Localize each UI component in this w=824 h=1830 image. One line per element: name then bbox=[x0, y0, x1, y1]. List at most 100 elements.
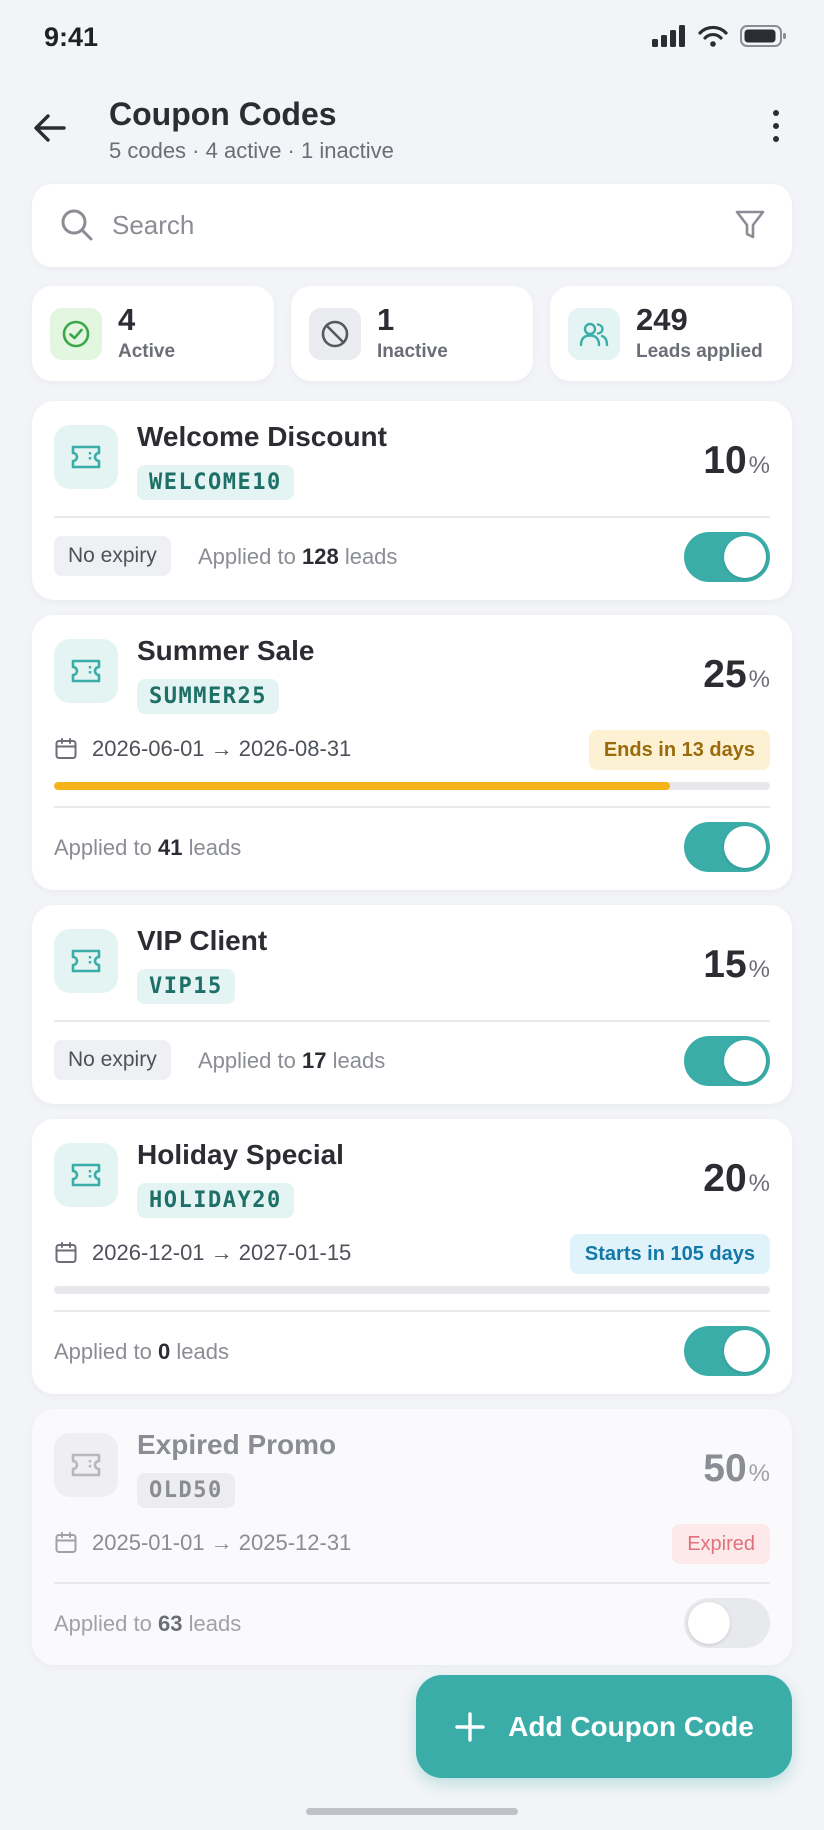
page-subtitle: 5 codes · 4 active · 1 inactive bbox=[109, 138, 394, 163]
coupon-card[interactable]: Expired Promo OLD50 50% 2025-01-01 → 202… bbox=[32, 1409, 792, 1665]
applied-count: 0 bbox=[157, 1339, 171, 1364]
calendar-icon bbox=[55, 1532, 77, 1553]
toggle-knob bbox=[688, 1602, 730, 1644]
coupon-discount: 50% bbox=[703, 1447, 770, 1491]
plus-icon bbox=[455, 1711, 485, 1742]
date-range: 2026-12-01 → 2027-01-15 bbox=[92, 1240, 352, 1265]
divider bbox=[54, 1582, 770, 1584]
applied-suffix: leads bbox=[176, 1339, 229, 1364]
coupon-name: VIP Client bbox=[137, 925, 268, 956]
coupon-icon-box bbox=[54, 639, 118, 703]
coupon-discount: 15% bbox=[703, 943, 770, 987]
applied-count-text: Applied to 128 leads bbox=[198, 544, 397, 570]
coupon-code: SUMMER25 bbox=[137, 679, 279, 714]
check-circle-icon bbox=[62, 320, 90, 348]
ban-icon bbox=[321, 320, 349, 348]
divider bbox=[54, 1020, 770, 1022]
page-title: Coupon Codes bbox=[109, 96, 337, 132]
applied-suffix: leads bbox=[188, 1611, 242, 1636]
discount-value: 10 bbox=[703, 439, 747, 482]
wifi-icon bbox=[698, 25, 728, 47]
search-icon bbox=[61, 209, 93, 241]
validity-progress-bar bbox=[54, 782, 770, 790]
active-toggle[interactable] bbox=[684, 1326, 770, 1376]
coupon-card[interactable]: VIP Client VIP15 15% No expiry Applied t… bbox=[32, 905, 792, 1104]
status-badge: Starts in 105 days bbox=[569, 1234, 770, 1274]
percent-sign: % bbox=[748, 1460, 770, 1487]
coupon-icon-box bbox=[54, 929, 118, 993]
more-dot-icon bbox=[773, 123, 779, 129]
applied-prefix: Applied to bbox=[54, 1339, 152, 1364]
stat-card-active[interactable]: 4 Active bbox=[32, 286, 274, 381]
search-input[interactable] bbox=[112, 184, 692, 267]
stat-icon-box bbox=[50, 308, 102, 360]
stat-card-leads[interactable]: 249 Leads applied bbox=[550, 286, 792, 381]
active-toggle[interactable] bbox=[684, 822, 770, 872]
active-toggle[interactable] bbox=[684, 1036, 770, 1086]
coupon-icon-box bbox=[54, 1433, 118, 1497]
divider bbox=[54, 516, 770, 518]
discount-value: 50 bbox=[703, 1447, 747, 1490]
applied-suffix: leads bbox=[344, 544, 398, 569]
coupon-icon-box bbox=[54, 1143, 118, 1207]
date-range-row: 2026-06-01 → 2026-08-31 bbox=[54, 736, 351, 762]
date-range-row: 2025-01-01 → 2025-12-31 bbox=[54, 1530, 351, 1556]
applied-count: 63 bbox=[157, 1611, 183, 1636]
applied-count-text: Applied to 63 leads bbox=[54, 1611, 241, 1637]
calendar-icon bbox=[55, 738, 77, 759]
stat-label: Leads applied bbox=[636, 341, 763, 362]
coupon-discount: 25% bbox=[703, 653, 770, 697]
applied-suffix: leads bbox=[188, 835, 242, 860]
header: Coupon Codes 5 codes · 4 active · 1 inac… bbox=[0, 90, 824, 170]
status-bar: 9:41 bbox=[0, 0, 824, 80]
active-toggle[interactable] bbox=[684, 1598, 770, 1648]
applied-prefix: Applied to bbox=[54, 835, 152, 860]
stat-label: Inactive bbox=[377, 341, 448, 362]
applied-prefix: Applied to bbox=[198, 544, 296, 569]
toggle-knob bbox=[724, 1330, 766, 1372]
stat-card-inactive[interactable]: 1 Inactive bbox=[291, 286, 533, 381]
signal-icon bbox=[652, 25, 685, 47]
date-range: 2025-01-01 → 2025-12-31 bbox=[92, 1530, 352, 1555]
divider bbox=[54, 1310, 770, 1312]
filter-icon[interactable] bbox=[734, 208, 766, 242]
ticket-icon bbox=[71, 1163, 101, 1187]
stat-label: Active bbox=[118, 341, 176, 362]
coupon-card[interactable]: Welcome Discount WELCOME10 10% No expiry… bbox=[32, 401, 792, 600]
stat-value: 4 bbox=[118, 302, 136, 337]
coupon-name: Holiday Special bbox=[137, 1139, 344, 1170]
ticket-icon bbox=[71, 1453, 101, 1477]
coupon-name: Expired Promo bbox=[137, 1429, 337, 1460]
applied-suffix: leads bbox=[332, 1048, 386, 1073]
active-toggle[interactable] bbox=[684, 532, 770, 582]
applied-count-text: Applied to 0 leads bbox=[54, 1339, 229, 1365]
applied-count: 17 bbox=[301, 1048, 327, 1073]
coupon-card[interactable]: Summer Sale SUMMER25 25% 2026-06-01 → 20… bbox=[32, 615, 792, 890]
calendar-icon bbox=[55, 1242, 77, 1263]
applied-prefix: Applied to bbox=[54, 1611, 152, 1636]
percent-sign: % bbox=[748, 666, 770, 693]
back-button[interactable] bbox=[28, 106, 72, 150]
applied-count: 41 bbox=[157, 835, 183, 860]
more-options-button[interactable] bbox=[758, 104, 794, 148]
add-coupon-button[interactable]: Add Coupon Code bbox=[416, 1675, 792, 1778]
more-dot-icon bbox=[773, 136, 779, 142]
search-bar bbox=[32, 184, 792, 267]
percent-sign: % bbox=[748, 452, 770, 479]
coupon-name: Welcome Discount bbox=[137, 421, 387, 452]
percent-sign: % bbox=[748, 1170, 770, 1197]
users-icon bbox=[579, 322, 609, 347]
validity-progress-bar bbox=[54, 1286, 770, 1294]
date-range-row: 2026-12-01 → 2027-01-15 bbox=[54, 1240, 351, 1266]
stat-value: 249 bbox=[636, 302, 688, 337]
coupon-discount: 10% bbox=[703, 439, 770, 483]
add-coupon-label: Add Coupon Code bbox=[508, 1710, 754, 1742]
coupon-code: WELCOME10 bbox=[137, 465, 294, 500]
coupon-code: VIP15 bbox=[137, 969, 235, 1004]
coupon-card[interactable]: Holiday Special HOLIDAY20 20% 2026-12-01… bbox=[32, 1119, 792, 1394]
status-time: 9:41 bbox=[44, 22, 99, 52]
applied-count-text: Applied to 17 leads bbox=[198, 1048, 385, 1074]
toggle-knob bbox=[724, 536, 766, 578]
coupon-code: HOLIDAY20 bbox=[137, 1183, 294, 1218]
battery-icon bbox=[740, 25, 786, 47]
